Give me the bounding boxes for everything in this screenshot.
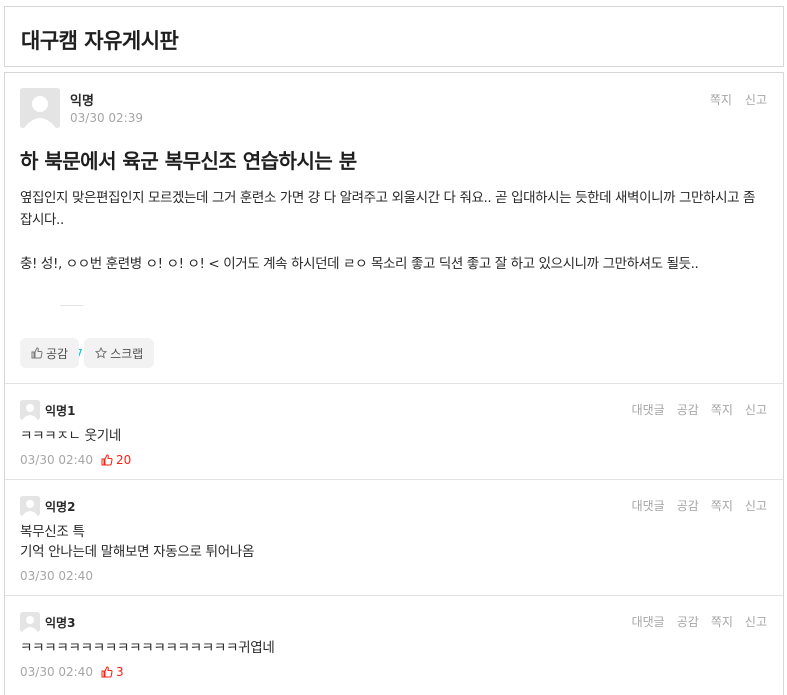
comment-author: 익명1 — [45, 404, 76, 418]
reply-button[interactable]: 대댓글 — [632, 497, 665, 514]
comment-time: 03/30 02:40 — [20, 453, 93, 467]
vote-button[interactable]: 공감 — [20, 338, 80, 368]
comment-item: 익명2 대댓글 공감 쪽지 신고 복무신조 특 기억 안나는데 말해보면 자동으… — [5, 479, 783, 595]
comment-report-button[interactable]: 신고 — [745, 497, 767, 514]
thumbs-up-icon — [31, 347, 43, 359]
comment-vote-count: 3 — [101, 665, 124, 679]
reply-button[interactable]: 대댓글 — [632, 613, 665, 630]
comment-message-button[interactable]: 쪽지 — [711, 613, 733, 630]
comment-meta: 03/30 02:40 3 — [20, 665, 124, 679]
comment-author: 익명2 — [45, 500, 76, 514]
comment-vote-value: 3 — [115, 665, 124, 679]
message-button[interactable]: 쪽지 — [710, 91, 732, 108]
author-avatar — [20, 88, 60, 128]
comment-vote-value: 20 — [115, 453, 132, 467]
comment-vote-button[interactable]: 공감 — [677, 401, 699, 418]
comment-list: 익명1 대댓글 공감 쪽지 신고 ㅋㅋㅋㅈㄴ 웃기네 03/30 02:40 2… — [5, 383, 783, 695]
anonymous-user-icon — [20, 496, 40, 516]
comment-report-button[interactable]: 신고 — [745, 613, 767, 630]
comment-time: 03/30 02:40 — [20, 569, 93, 583]
vote-button-label: 공감 — [46, 346, 69, 361]
comment-actions: 대댓글 공감 쪽지 신고 — [632, 401, 767, 418]
reply-button[interactable]: 대댓글 — [632, 401, 665, 418]
scrap-button[interactable]: 스크랩 — [84, 338, 155, 368]
post-actions: 쪽지 신고 — [710, 91, 767, 108]
post-title: 하 북문에서 육군 복무신조 연습하시는 분 — [20, 149, 357, 173]
comment-item: 익명1 대댓글 공감 쪽지 신고 ㅋㅋㅋㅈㄴ 웃기네 03/30 02:40 2… — [5, 383, 783, 479]
comment-text: ㅋㅋㅋㅋㅋㅋㅋㅋㅋㅋㅋㅋㅋㅋㅋㅋㅋㅋ귀엽네 — [20, 640, 275, 656]
comment-vote-count: 20 — [101, 453, 131, 467]
comment-avatar — [20, 496, 40, 516]
scrap-button-label: 스크랩 — [110, 346, 144, 361]
comment-report-button[interactable]: 신고 — [745, 401, 767, 418]
comment-avatar — [20, 400, 40, 420]
board-header: 대구캠 자유게시판 — [4, 6, 784, 67]
comment-message-button[interactable]: 쪽지 — [711, 497, 733, 514]
comment-author: 익명3 — [45, 616, 76, 630]
post-buttons: 공감 스크랩 — [20, 338, 155, 368]
anonymous-user-icon — [20, 88, 60, 128]
star-icon — [95, 347, 108, 359]
comment-text: 복무신조 특 기억 안나는데 말해보면 자동으로 튀어나옴 — [20, 524, 255, 560]
board-title[interactable]: 대구캠 자유게시판 — [21, 25, 179, 55]
comment-text: ㅋㅋㅋㅈㄴ 웃기네 — [20, 428, 121, 444]
thumbs-up-icon — [101, 454, 113, 466]
post-author: 익명 — [70, 94, 94, 109]
comment-message-button[interactable]: 쪽지 — [711, 401, 733, 418]
anonymous-user-icon — [20, 400, 40, 420]
report-button[interactable]: 신고 — [745, 91, 767, 108]
comment-vote-button[interactable]: 공감 — [677, 497, 699, 514]
post-body: 옆집인지 맞은편집인지 모르겠는데 그거 훈련소 가면 걍 다 알려주고 외울시… — [20, 190, 756, 272]
comment-actions: 대댓글 공감 쪽지 신고 — [632, 497, 767, 514]
comment-vote-button[interactable]: 공감 — [677, 613, 699, 630]
comment-meta: 03/30 02:40 20 — [20, 453, 131, 467]
comment-avatar — [20, 612, 40, 632]
comment-item: 익명3 대댓글 공감 쪽지 신고 ㅋㅋㅋㅋㅋㅋㅋㅋㅋㅋㅋㅋㅋㅋㅋㅋㅋㅋ귀엽네 0… — [5, 595, 783, 695]
comment-actions: 대댓글 공감 쪽지 신고 — [632, 613, 767, 630]
comment-meta: 03/30 02:40 — [20, 569, 93, 583]
thumbs-up-icon — [101, 666, 113, 678]
anonymous-user-icon — [20, 612, 40, 632]
article: 익명 03/30 02:39 쪽지 신고 하 북문에서 육군 복무신조 연습하시… — [4, 72, 784, 695]
post-time: 03/30 02:39 — [70, 111, 143, 125]
comment-time: 03/30 02:40 — [20, 665, 93, 679]
